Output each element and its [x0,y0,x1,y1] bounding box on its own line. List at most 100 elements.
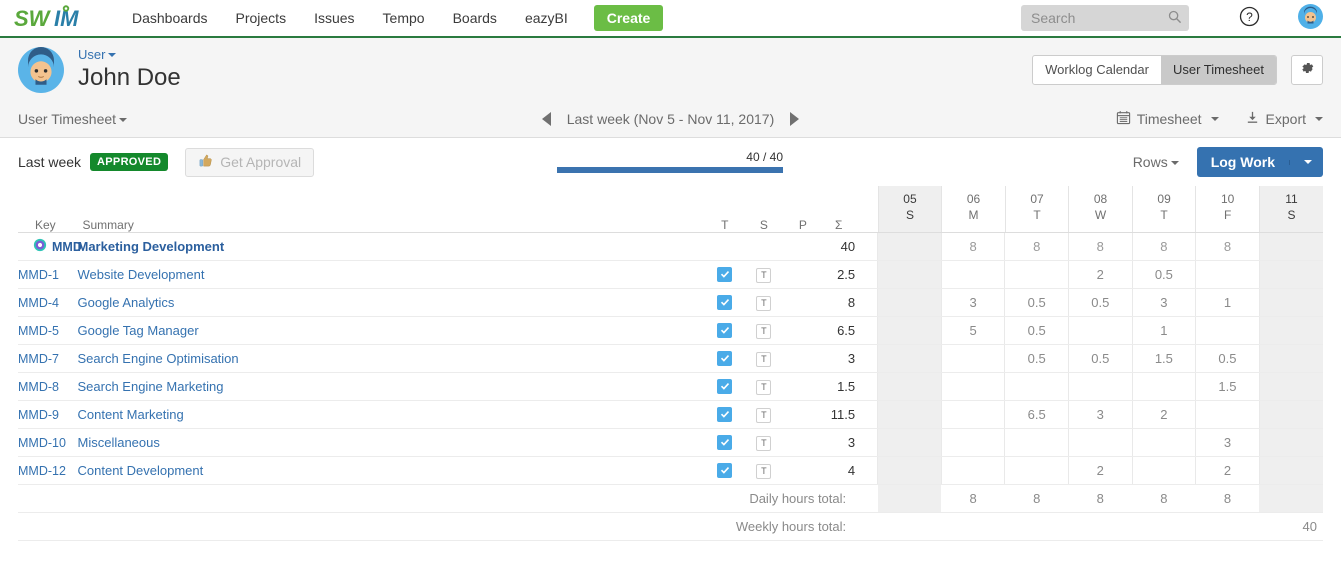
row-day-cell-10[interactable]: 1 [1195,288,1260,317]
row-day-cell-10[interactable] [1195,260,1260,289]
row-day-cell-11[interactable] [1258,316,1323,345]
row-t-badge[interactable]: T [756,379,772,395]
row-t-badge[interactable]: T [756,407,772,423]
row-t-badge[interactable]: T [756,435,772,451]
row-day-cell-11[interactable] [1258,232,1323,261]
table-row[interactable]: MMD-7 Search Engine Optimisation T 3 0.5 0.5 1… [18,344,1323,373]
row-day-cell-10[interactable]: 2 [1195,456,1260,485]
row-day-cell-11[interactable] [1258,456,1323,485]
row-day-cell-09[interactable] [1131,428,1196,457]
row-day-cell-05[interactable] [877,232,942,261]
row-day-cell-08[interactable]: 2 [1067,260,1133,289]
log-work-split-button[interactable]: Log Work [1196,147,1323,177]
row-summary-cell[interactable]: Website Development [77,260,706,289]
tab-user-timesheet[interactable]: User Timesheet [1160,55,1276,84]
day-header-10[interactable]: 10 F [1195,186,1260,232]
row-summary-cell[interactable]: Google Tag Manager [77,316,706,345]
row-summary-cell[interactable]: Content Development [77,456,706,485]
row-day-cell-06[interactable] [940,456,1005,485]
row-day-cell-06[interactable]: 3 [940,288,1005,317]
row-checkbox[interactable] [717,294,733,310]
row-key-cell[interactable]: MMD [18,232,82,261]
row-day-cell-09[interactable]: 8 [1131,232,1196,261]
row-day-cell-10[interactable] [1195,400,1260,429]
row-day-cell-08[interactable]: 0.5 [1067,344,1133,373]
row-day-cell-11[interactable] [1258,288,1323,317]
row-day-cell-07[interactable] [1004,260,1069,289]
row-t-badge[interactable]: T [756,267,772,283]
row-checkbox[interactable] [717,462,733,478]
help-icon[interactable]: ? [1239,6,1260,30]
nav-item-eazybi[interactable]: eazyBI [511,0,582,37]
row-summary-cell[interactable]: Search Engine Marketing [77,372,706,401]
column-header-t[interactable]: T [705,186,745,233]
row-t-badge[interactable]: T [756,463,772,479]
nav-item-tempo[interactable]: Tempo [369,0,439,37]
table-row[interactable]: MMD-10 Miscellaneous T 3 3 [18,428,1323,457]
row-checkbox[interactable] [717,266,733,282]
row-day-cell-08[interactable] [1067,316,1133,345]
row-day-cell-09[interactable]: 0.5 [1131,260,1196,289]
row-day-cell-06[interactable] [940,400,1005,429]
row-day-cell-07[interactable]: 6.5 [1004,400,1069,429]
row-day-cell-09[interactable] [1131,456,1196,485]
row-day-cell-05[interactable] [877,428,942,457]
row-day-cell-05[interactable] [877,372,942,401]
swim-logo[interactable]: SW IM [14,5,100,31]
rows-dropdown[interactable]: Rows [1133,154,1179,170]
search-box[interactable] [1021,5,1189,31]
get-approval-button[interactable]: Get Approval [185,147,315,177]
timesheet-view-dropdown[interactable]: User Timesheet [18,111,128,127]
row-day-cell-11[interactable] [1258,372,1323,401]
row-day-cell-09[interactable]: 2 [1131,400,1196,429]
column-header-sigma[interactable]: Σ [822,186,856,233]
row-day-cell-10[interactable] [1195,316,1260,345]
day-header-06[interactable]: 06 M [941,186,1006,232]
row-summary-cell[interactable]: Search Engine Optimisation [77,344,706,373]
day-header-05[interactable]: 05 S [877,186,942,232]
chevron-right-icon[interactable] [790,112,800,126]
chevron-left-icon[interactable] [541,112,551,126]
search-input[interactable] [1021,5,1189,31]
avatar[interactable] [1298,4,1323,32]
row-day-cell-06[interactable]: 8 [940,232,1005,261]
period-label[interactable]: Last week (Nov 5 - Nov 11, 2017) [567,111,775,127]
nav-item-boards[interactable]: Boards [439,0,511,37]
row-day-cell-06[interactable] [940,344,1005,373]
row-summary-cell[interactable]: Content Marketing [77,400,706,429]
row-day-cell-05[interactable] [877,260,942,289]
column-header-p[interactable]: P [783,186,823,233]
table-row[interactable]: MMD-12 Content Development T 4 2 2 [18,456,1323,485]
row-t-badge[interactable]: T [756,295,772,311]
column-header-key[interactable]: Key [18,186,78,233]
nav-item-dashboards[interactable]: Dashboards [118,0,222,37]
row-day-cell-07[interactable] [1004,428,1069,457]
row-day-cell-07[interactable]: 0.5 [1004,316,1069,345]
row-t-badge[interactable]: T [756,323,772,339]
export-dropdown[interactable]: Export [1245,110,1323,128]
row-day-cell-05[interactable] [877,456,942,485]
row-checkbox[interactable] [717,350,733,366]
settings-button[interactable] [1291,54,1323,85]
tab-worklog-calendar[interactable]: Worklog Calendar [1033,56,1161,84]
row-day-cell-07[interactable]: 0.5 [1004,288,1069,317]
row-summary-cell[interactable]: Miscellaneous [77,428,706,457]
timesheet-dropdown[interactable]: Timesheet [1116,110,1219,128]
row-day-cell-10[interactable]: 1.5 [1195,372,1260,401]
row-summary-cell[interactable]: Google Analytics [77,288,706,317]
row-key-cell[interactable]: MMD-4 [18,288,78,317]
row-day-cell-08[interactable] [1067,428,1133,457]
row-key-cell[interactable]: MMD-10 [18,428,78,457]
log-work-button[interactable]: Log Work [1197,147,1289,177]
row-checkbox[interactable] [717,406,733,422]
day-header-08[interactable]: 08 W [1068,186,1133,232]
row-day-cell-06[interactable]: 5 [940,316,1005,345]
row-day-cell-06[interactable] [940,372,1005,401]
table-row[interactable]: MMD-8 Search Engine Marketing T 1.5 1.5 [18,372,1323,401]
row-day-cell-11[interactable] [1258,428,1323,457]
row-day-cell-11[interactable] [1258,344,1323,373]
row-day-cell-08[interactable]: 2 [1067,456,1133,485]
row-key-cell[interactable]: MMD-9 [18,400,78,429]
row-day-cell-06[interactable] [940,260,1005,289]
user-type-dropdown[interactable]: User [78,47,181,62]
